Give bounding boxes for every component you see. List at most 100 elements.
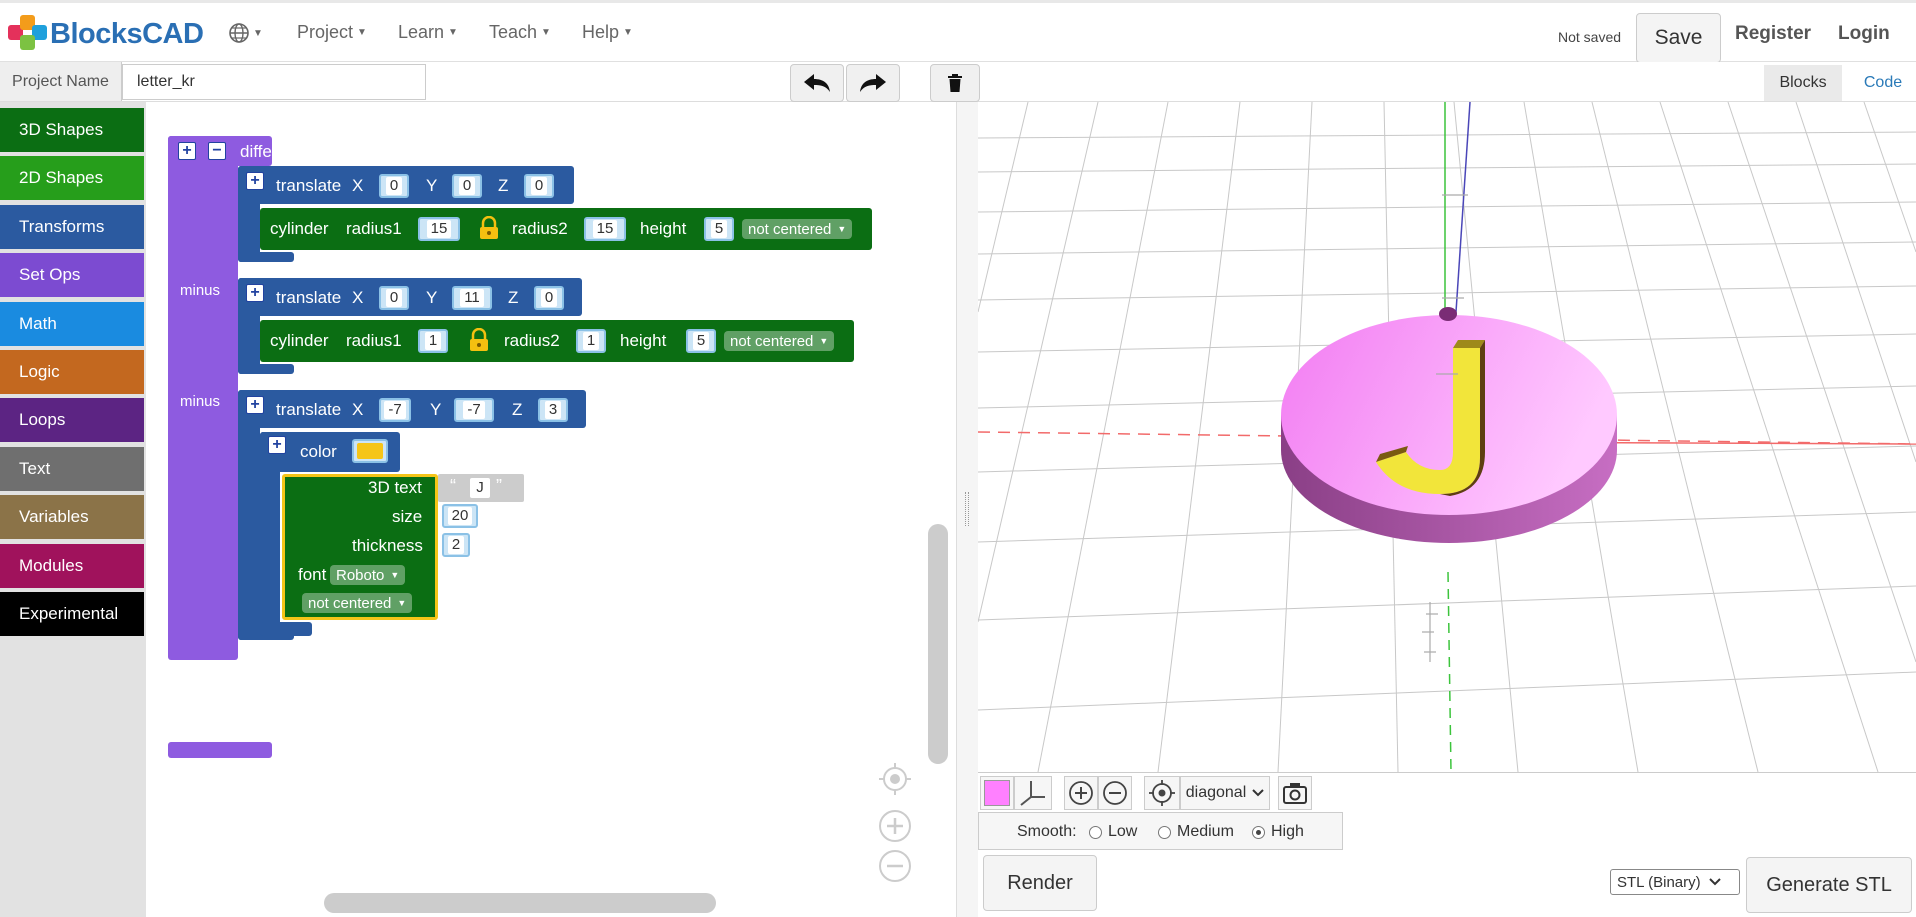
height-label: height <box>640 219 687 238</box>
cylinder-radius1-field[interactable]: 15 <box>418 217 460 241</box>
collapse-icon[interactable]: − <box>208 142 226 160</box>
z-label: Z <box>498 176 509 195</box>
translate-z-field[interactable]: 0 <box>524 174 554 198</box>
minus-label-2: minus <box>180 393 221 410</box>
center-dropdown[interactable]: not centered ▼ <box>724 331 835 351</box>
text-value[interactable]: J <box>470 478 490 498</box>
screenshot-button[interactable] <box>1278 776 1312 810</box>
smooth-option-low[interactable]: Low <box>1089 823 1137 841</box>
category-variables[interactable]: Variables <box>0 495 144 539</box>
text-center-dropdown[interactable]: not centered ▼ <box>302 593 413 613</box>
x-label: X <box>352 400 364 419</box>
export-format-select[interactable]: STL (Binary) <box>1610 869 1740 895</box>
object-color-button[interactable] <box>980 776 1014 810</box>
translate-y-value: 11 <box>460 289 484 307</box>
category-modules[interactable]: Modules <box>0 544 144 588</box>
category-experimental[interactable]: Experimental <box>0 592 144 636</box>
nav-learn[interactable]: Learn ▼ <box>398 22 458 43</box>
camera-icon <box>1283 783 1307 804</box>
delete-button[interactable] <box>930 64 980 102</box>
recenter-icon[interactable] <box>878 762 912 796</box>
expand-icon[interactable]: + <box>246 172 264 190</box>
category-loops[interactable]: Loops <box>0 398 144 442</box>
nav-project[interactable]: Project ▼ <box>297 22 367 43</box>
cylinder-radius2-field[interactable]: 1 <box>576 329 606 353</box>
color-picker-field[interactable] <box>352 439 388 463</box>
font-dropdown[interactable]: Roboto ▼ <box>330 565 406 585</box>
translate-x-value: 0 <box>385 289 403 307</box>
center-dropdown[interactable]: not centered ▼ <box>742 219 853 239</box>
cylinder-radius1-field[interactable]: 1 <box>418 329 448 353</box>
category-transforms[interactable]: Transforms <box>0 205 144 249</box>
smooth-option-medium[interactable]: Medium <box>1158 823 1234 841</box>
category-logic[interactable]: Logic <box>0 350 144 394</box>
zoom-out-icon[interactable] <box>878 849 912 883</box>
category-3d-shapes[interactable]: 3D Shapes <box>0 108 144 152</box>
lock-icon[interactable] <box>478 216 500 240</box>
reset-view-button[interactable] <box>1144 776 1180 810</box>
workspace-horizontal-scrollbar[interactable] <box>324 893 716 913</box>
3d-viewer[interactable] <box>978 102 1916 772</box>
size-field[interactable]: 20 <box>442 504 478 528</box>
translate-y-field[interactable]: -7 <box>454 398 494 422</box>
thickness-field[interactable]: 2 <box>442 533 470 557</box>
view-select[interactable]: diagonal <box>1180 776 1270 810</box>
blockscad-app: BlocksCAD ▼ Project ▼ Learn ▼ Teach ▼ Help ▼… <box>0 0 1916 917</box>
nav-teach[interactable]: Teach ▼ <box>489 22 551 43</box>
generate-stl-button[interactable]: Generate STL <box>1746 857 1912 913</box>
color-swatch <box>984 780 1010 806</box>
translate-y-field[interactable]: 0 <box>452 174 482 198</box>
category-2d-shapes[interactable]: 2D Shapes <box>0 156 144 200</box>
translate-x-field[interactable]: 0 <box>379 286 409 310</box>
smooth-option-high[interactable]: High <box>1252 823 1304 841</box>
language-menu[interactable]: ▼ <box>228 22 263 44</box>
tab-blocks[interactable]: Blocks <box>1764 65 1842 101</box>
login-link[interactable]: Login <box>1838 23 1890 45</box>
expand-icon[interactable]: + <box>246 284 264 302</box>
save-button[interactable]: Save <box>1636 13 1721 63</box>
chevron-down-icon: ▼ <box>253 27 263 39</box>
radio-medium[interactable] <box>1158 825 1171 839</box>
undo-button[interactable] <box>790 64 844 102</box>
project-name-input[interactable]: letter_kr <box>122 64 426 100</box>
cylinder-height-field[interactable]: 5 <box>704 217 734 241</box>
logo-icon <box>8 15 48 53</box>
translate-y-field[interactable]: 11 <box>452 286 492 310</box>
expand-icon[interactable]: + <box>178 142 196 160</box>
lock-icon[interactable] <box>468 328 490 352</box>
register-link[interactable]: Register <box>1735 23 1811 45</box>
font-dropdown-value: Roboto <box>336 566 385 584</box>
expand-icon[interactable]: + <box>246 396 264 414</box>
cylinder-radius2-field[interactable]: 15 <box>584 217 626 241</box>
tab-code[interactable]: Code <box>1858 65 1908 101</box>
cylinder-label: cylinder <box>270 331 329 350</box>
redo-button[interactable] <box>846 64 900 102</box>
render-button[interactable]: Render <box>983 855 1097 911</box>
category-text[interactable]: Text <box>0 447 144 491</box>
chevron-down-icon: ▼ <box>819 336 829 346</box>
color-block-footer <box>260 622 312 636</box>
category-math[interactable]: Math <box>0 302 144 346</box>
translate-z-field[interactable]: 3 <box>538 398 568 422</box>
size-label: size <box>392 507 423 526</box>
axes-toggle-button[interactable] <box>1014 776 1052 810</box>
translate-x-field[interactable]: 0 <box>379 174 409 198</box>
translate-z-field[interactable]: 0 <box>534 286 564 310</box>
translate-z-value: 0 <box>540 289 558 307</box>
cylinder-height-field[interactable]: 5 <box>686 329 716 353</box>
nav-help[interactable]: Help ▼ <box>582 22 633 43</box>
expand-icon[interactable]: + <box>268 436 286 454</box>
blocks-workspace[interactable]: + − difference minus minus + translate X… <box>146 102 956 917</box>
zoom-in-button[interactable] <box>1064 776 1098 810</box>
translate-x-field[interactable]: -7 <box>379 398 411 422</box>
x-label: X <box>352 288 364 307</box>
category-set-ops[interactable]: Set Ops <box>0 253 144 297</box>
radio-high[interactable] <box>1252 825 1265 839</box>
zoom-in-icon[interactable] <box>878 809 912 843</box>
zoom-out-button[interactable] <box>1098 776 1132 810</box>
workspace-vertical-scrollbar[interactable] <box>928 524 948 764</box>
logo[interactable]: BlocksCAD <box>8 15 204 53</box>
panel-splitter[interactable] <box>956 102 978 917</box>
radius2-label: radius2 <box>512 219 568 238</box>
radio-low[interactable] <box>1089 825 1102 839</box>
